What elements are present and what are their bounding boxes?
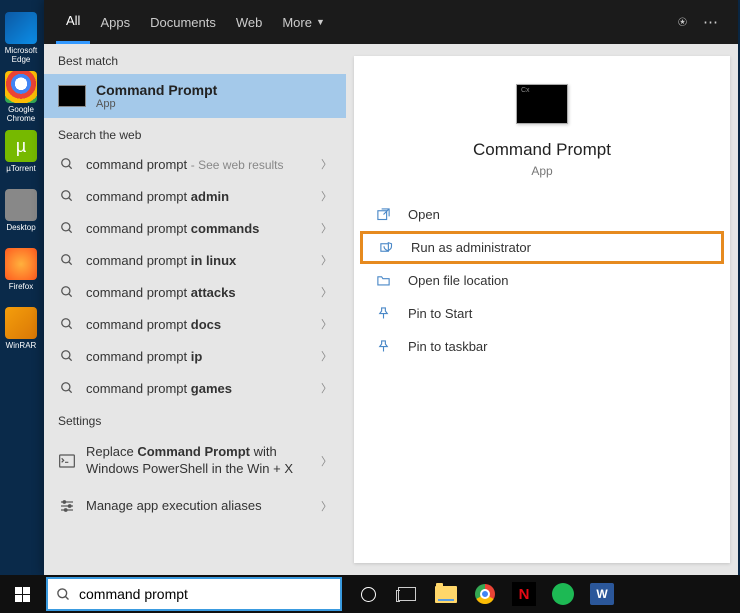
- taskbar-chrome[interactable]: [467, 579, 503, 609]
- chevron-right-icon: 〉: [321, 316, 332, 332]
- chevron-right-icon: 〉: [321, 252, 332, 268]
- results-column: Best match Command Prompt App Search the…: [44, 44, 346, 575]
- desktop-icon-utorrent[interactable]: µµTorrent: [1, 130, 41, 185]
- chrome-icon: [475, 584, 495, 604]
- web-result-games[interactable]: command prompt games 〉: [44, 372, 346, 404]
- chevron-right-icon: 〉: [321, 188, 332, 204]
- desktop-icon-edge[interactable]: Microsoft Edge: [1, 12, 41, 67]
- tab-more[interactable]: More▼: [272, 0, 335, 44]
- taskbar-netflix[interactable]: N: [506, 579, 542, 609]
- search-icon: [56, 587, 71, 602]
- utorrent-icon: µ: [5, 130, 37, 162]
- start-button[interactable]: [0, 575, 44, 613]
- preview-subtitle: App: [374, 164, 710, 178]
- tab-web[interactable]: Web: [226, 0, 273, 44]
- netflix-icon: N: [512, 582, 536, 606]
- folder-icon: [376, 273, 394, 288]
- settings-aliases[interactable]: Manage app execution aliases 〉: [44, 488, 346, 525]
- web-result-docs[interactable]: command prompt docs 〉: [44, 308, 346, 340]
- spotify-icon: [552, 583, 574, 605]
- search-icon: [58, 189, 76, 203]
- file-explorer-icon: [435, 586, 457, 603]
- chrome-icon: [5, 71, 37, 103]
- cortana-icon: [361, 587, 376, 602]
- chevron-right-icon: 〉: [321, 284, 332, 300]
- web-result-commands[interactable]: command prompt commands 〉: [44, 212, 346, 244]
- tab-apps[interactable]: Apps: [90, 0, 140, 44]
- chevron-right-icon: 〉: [321, 156, 332, 172]
- open-icon: [376, 207, 394, 222]
- action-open[interactable]: Open: [354, 198, 730, 231]
- taskview-icon: [398, 587, 416, 601]
- pin-icon: [376, 339, 394, 354]
- preview-title: Command Prompt: [374, 140, 710, 160]
- action-pin-taskbar[interactable]: Pin to taskbar: [354, 330, 730, 363]
- web-result-attacks[interactable]: command prompt attacks 〉: [44, 276, 346, 308]
- search-icon: [58, 317, 76, 331]
- desktop-icons-strip: Microsoft Edge Google Chrome µµTorrent D…: [0, 0, 44, 575]
- word-icon: W: [590, 583, 614, 605]
- search-input[interactable]: [79, 586, 332, 602]
- search-web-label: Search the web: [44, 118, 346, 148]
- task-view-button[interactable]: [389, 579, 425, 609]
- tab-all[interactable]: All: [56, 0, 90, 44]
- desktop-icon-winrar[interactable]: WinRAR: [1, 307, 41, 362]
- cmd-thumbnail-icon: [58, 85, 86, 107]
- tab-documents[interactable]: Documents: [140, 0, 226, 44]
- best-match-label: Best match: [44, 44, 346, 74]
- search-icon: [58, 285, 76, 299]
- sliders-icon: [58, 499, 76, 513]
- settings-label: Settings: [44, 404, 346, 434]
- cmd-preview-icon: [516, 84, 568, 124]
- action-pin-start[interactable]: Pin to Start: [354, 297, 730, 330]
- taskbar-explorer[interactable]: [428, 579, 464, 609]
- taskbar-word[interactable]: W: [584, 579, 620, 609]
- windows-logo-icon: [15, 587, 30, 602]
- chevron-right-icon: 〉: [321, 453, 332, 469]
- winrar-icon: [5, 307, 37, 339]
- taskbar-search-box[interactable]: [46, 577, 342, 611]
- start-search-panel: All Apps Documents Web More▼ ⍟ ⋯ Best ma…: [44, 0, 738, 575]
- web-result-linux[interactable]: command prompt in linux 〉: [44, 244, 346, 276]
- chevron-right-icon: 〉: [321, 348, 332, 364]
- web-result-main[interactable]: command prompt - See web results 〉: [44, 148, 346, 180]
- taskbar: N W: [0, 575, 740, 613]
- chevron-right-icon: 〉: [321, 498, 332, 514]
- shield-admin-icon: [379, 240, 397, 255]
- search-icon: [58, 221, 76, 235]
- web-result-admin[interactable]: command prompt admin 〉: [44, 180, 346, 212]
- search-icon: [58, 157, 76, 171]
- cmd-small-icon: [58, 454, 76, 468]
- more-options-icon[interactable]: ⋯: [695, 13, 726, 31]
- desktop-icon-chrome[interactable]: Google Chrome: [1, 71, 41, 126]
- search-icon: [58, 349, 76, 363]
- taskbar-spotify[interactable]: [545, 579, 581, 609]
- best-match-title: Command Prompt: [96, 82, 217, 98]
- settings-replace-cmd[interactable]: Replace Command Prompt withWindows Power…: [44, 434, 346, 488]
- web-result-ip[interactable]: command prompt ip 〉: [44, 340, 346, 372]
- chevron-right-icon: 〉: [321, 380, 332, 396]
- desktop-icon-firefox[interactable]: Firefox: [1, 248, 41, 303]
- chevron-right-icon: 〉: [321, 220, 332, 236]
- search-tabs-header: All Apps Documents Web More▼ ⍟ ⋯: [44, 0, 738, 44]
- search-icon: [58, 381, 76, 395]
- feedback-icon[interactable]: ⍟: [670, 14, 695, 31]
- desktop-icon-desktop[interactable]: Desktop: [1, 189, 41, 244]
- action-run-admin[interactable]: Run as administrator: [360, 231, 724, 264]
- desktop-folder-icon: [5, 189, 37, 221]
- chevron-down-icon: ▼: [316, 17, 325, 27]
- best-match-subtitle: App: [96, 98, 217, 110]
- firefox-icon: [5, 248, 37, 280]
- search-icon: [58, 253, 76, 267]
- cortana-button[interactable]: [350, 579, 386, 609]
- preview-column: Command Prompt App Open Run as administr…: [354, 56, 730, 563]
- best-match-result[interactable]: Command Prompt App: [44, 74, 346, 118]
- pin-icon: [376, 306, 394, 321]
- action-open-location[interactable]: Open file location: [354, 264, 730, 297]
- edge-icon: [5, 12, 37, 44]
